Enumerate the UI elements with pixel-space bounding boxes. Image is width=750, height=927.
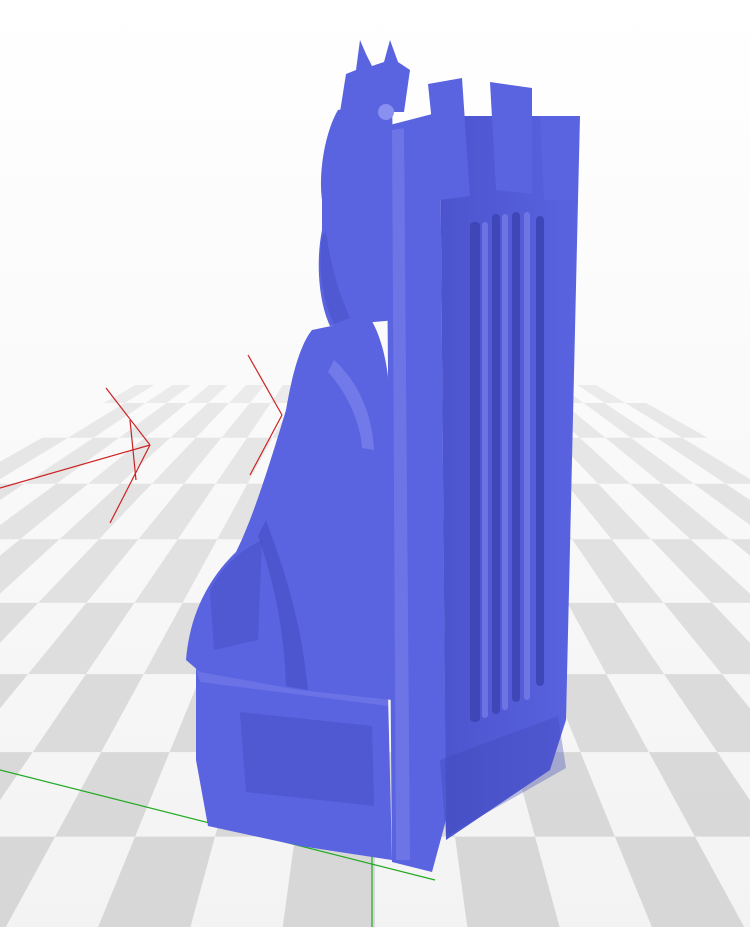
throne-base-panel bbox=[240, 712, 374, 806]
groove-4 bbox=[536, 216, 544, 686]
3d-viewport[interactable] bbox=[0, 0, 750, 927]
crown-jewel bbox=[378, 104, 394, 120]
groove-hi-3 bbox=[524, 212, 530, 700]
scene-canvas[interactable] bbox=[0, 0, 750, 927]
throne-top-right bbox=[540, 116, 578, 200]
groove-3 bbox=[512, 212, 520, 702]
groove-1 bbox=[470, 222, 480, 722]
groove-hi-1 bbox=[482, 222, 488, 718]
throne-top-mid bbox=[490, 82, 532, 194]
groove-hi-2 bbox=[502, 214, 508, 710]
groove-2 bbox=[492, 214, 500, 714]
